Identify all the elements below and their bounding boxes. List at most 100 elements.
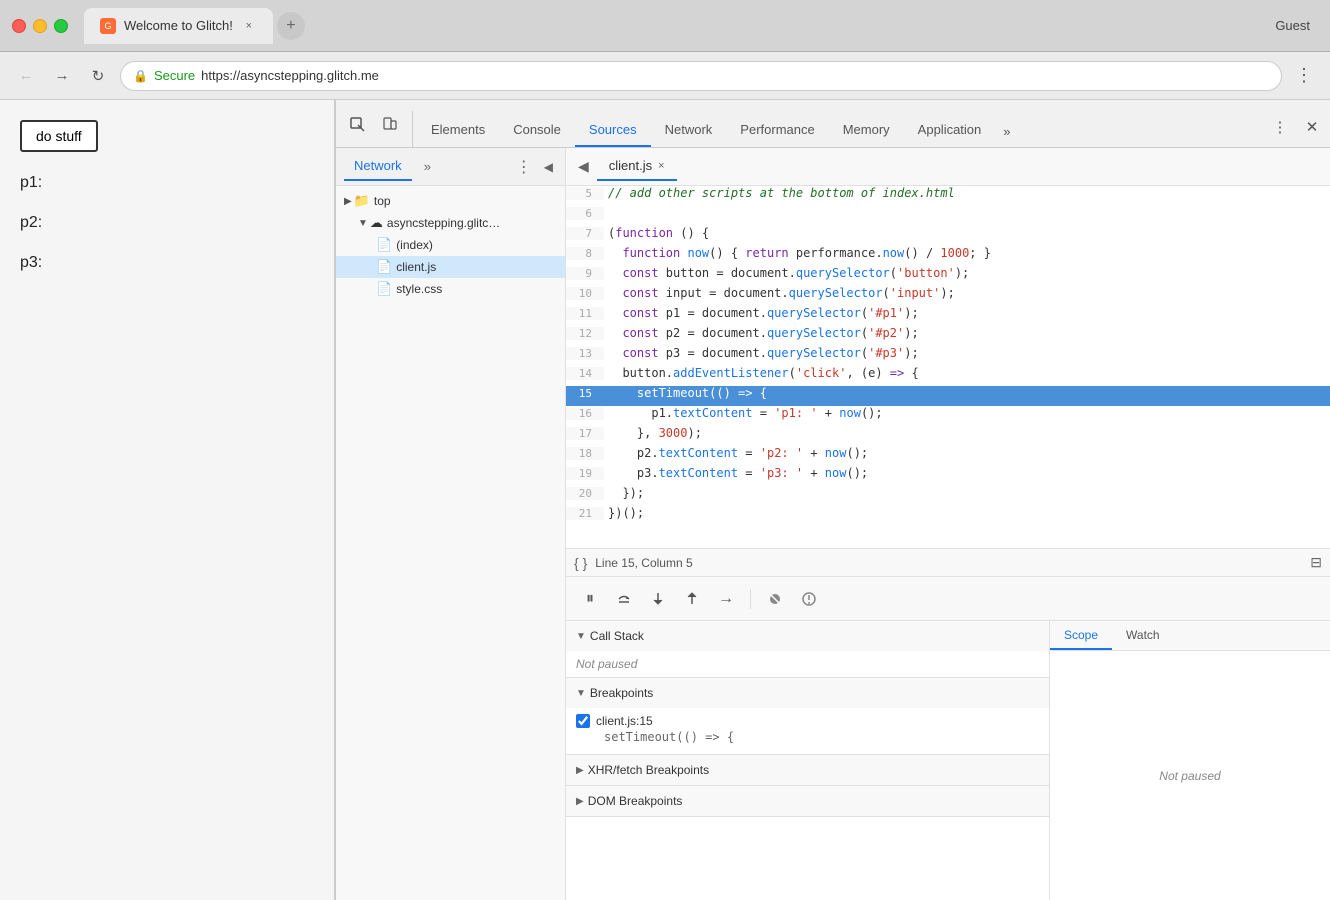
- pretty-print-icon[interactable]: { }: [574, 555, 587, 571]
- more-tabs-button[interactable]: »: [995, 116, 1018, 147]
- settings-button[interactable]: ⋮: [1266, 113, 1294, 141]
- pause-on-exceptions-button[interactable]: [795, 585, 823, 613]
- maximize-button[interactable]: [54, 19, 68, 33]
- file-tree-item-top[interactable]: ▶ 📁 top: [336, 190, 565, 212]
- breakpoint-code: setTimeout(() => {: [576, 728, 1039, 750]
- breakpoint-checkbox[interactable]: [576, 714, 590, 728]
- file-tree-stylecss-label: style.css: [396, 282, 442, 296]
- tab-favicon: G: [100, 18, 116, 34]
- pause-resume-button[interactable]: ⏸: [576, 585, 604, 613]
- scope-content: Not paused: [1050, 651, 1330, 900]
- call-stack-content: Not paused: [566, 651, 1049, 677]
- minimize-button[interactable]: [33, 19, 47, 33]
- tab-performance[interactable]: Performance: [726, 114, 828, 147]
- xhr-breakpoints-section: ▶ XHR/fetch Breakpoints: [566, 755, 1049, 786]
- code-line-17: 17 }, 3000);: [566, 426, 1330, 446]
- file-tree-item-domain[interactable]: ▼ ☁ asyncstepping.glitc…: [336, 212, 565, 234]
- file-tree-item-stylecss[interactable]: 📄 style.css: [336, 278, 565, 300]
- deactivate-breakpoints-button[interactable]: [761, 585, 789, 613]
- file-tree-network-tab[interactable]: Network: [344, 152, 412, 181]
- active-tab[interactable]: G Welcome to Glitch! ×: [84, 8, 273, 44]
- menu-button[interactable]: ⋮: [1290, 62, 1318, 90]
- lock-icon: 🔒: [133, 69, 148, 83]
- breakpoints-arrow: ▼: [576, 688, 586, 699]
- dom-breakpoints-section: ▶ DOM Breakpoints: [566, 786, 1049, 817]
- file-tree-top-label: top: [374, 194, 391, 208]
- devtools-right-icons: ⋮ ✕: [1266, 113, 1326, 147]
- close-devtools-button[interactable]: ✕: [1298, 113, 1326, 141]
- expand-arrow-icon: ▶: [344, 196, 352, 207]
- code-line-7: 7 (function () {: [566, 226, 1330, 246]
- call-stack-arrow: ▼: [576, 631, 586, 642]
- step-over-button[interactable]: [610, 585, 638, 613]
- scope-tab[interactable]: Scope: [1050, 622, 1112, 650]
- code-footer-arrow[interactable]: ⊟: [1310, 554, 1322, 571]
- html-file-icon: 📄: [376, 237, 392, 253]
- code-line-11: 11 const p1 = document.querySelector('#p…: [566, 306, 1330, 326]
- devtools-tab-bar: Elements Console Sources Network Perform…: [336, 100, 1330, 148]
- code-line-15: 15 setTimeout(() => {: [566, 386, 1330, 406]
- watch-tab[interactable]: Watch: [1112, 622, 1174, 650]
- step-out-button[interactable]: [678, 585, 706, 613]
- tab-elements[interactable]: Elements: [417, 114, 499, 147]
- left-bottom-panel: ▼ Call Stack Not paused ▼ Breakpoint: [566, 621, 1050, 900]
- breakpoint-item: client.js:15 setTimeout(() => {: [566, 708, 1049, 754]
- breakpoints-label: Breakpoints: [590, 686, 653, 700]
- new-tab-button[interactable]: +: [277, 12, 305, 40]
- file-tree-item-clientjs[interactable]: 📄 client.js: [336, 256, 565, 278]
- xhr-breakpoints-header[interactable]: ▶ XHR/fetch Breakpoints: [566, 755, 1049, 785]
- nav-bar: ← → ↻ 🔒 Secure https://asyncstepping.gli…: [0, 52, 1330, 100]
- code-line-9: 9 const button = document.querySelector(…: [566, 266, 1330, 286]
- code-line-5: 5 // add other scripts at the bottom of …: [566, 186, 1330, 206]
- expand-arrow-icon-2: ▼: [358, 218, 368, 229]
- file-tree-header: Network » ⋮ ◀: [336, 148, 565, 186]
- tab-close-button[interactable]: ×: [241, 18, 257, 34]
- code-tab-close[interactable]: ×: [658, 160, 664, 172]
- file-tree-domain-label: asyncstepping.glitc…: [387, 216, 500, 230]
- tab-network[interactable]: Network: [651, 114, 727, 147]
- address-bar[interactable]: 🔒 Secure https://asyncstepping.glitch.me: [120, 61, 1282, 91]
- title-bar: G Welcome to Glitch! × + Guest: [0, 0, 1330, 52]
- code-footer-position: Line 15, Column 5: [595, 556, 692, 570]
- back-button[interactable]: ←: [12, 62, 40, 90]
- tab-sources[interactable]: Sources: [575, 114, 651, 147]
- reload-button[interactable]: ↻: [84, 62, 112, 90]
- call-stack-status: Not paused: [576, 657, 637, 671]
- close-button[interactable]: [12, 19, 26, 33]
- file-tree-item-index[interactable]: 📄 (index): [336, 234, 565, 256]
- tab-bar: G Welcome to Glitch! × +: [84, 8, 1267, 44]
- device-toolbar-button[interactable]: [376, 111, 404, 139]
- file-tree-collapse[interactable]: ◀: [540, 160, 557, 174]
- inspect-element-button[interactable]: [344, 111, 372, 139]
- forward-button[interactable]: →: [48, 62, 76, 90]
- dom-arrow: ▶: [576, 796, 584, 807]
- do-stuff-button[interactable]: do stuff: [20, 120, 98, 152]
- cloud-icon: ☁: [370, 215, 383, 231]
- code-tab-clientjs[interactable]: client.js ×: [597, 152, 677, 181]
- code-body[interactable]: 5 // add other scripts at the bottom of …: [566, 186, 1330, 548]
- scope-status: Not paused: [1159, 769, 1220, 783]
- code-line-21: 21 })();: [566, 506, 1330, 526]
- dom-breakpoints-header[interactable]: ▶ DOM Breakpoints: [566, 786, 1049, 816]
- file-tree-index-label: (index): [396, 238, 433, 252]
- devtools-panels: Network » ⋮ ◀ ▶ 📁 top: [336, 148, 1330, 900]
- scope-watch-tabs: Scope Watch: [1050, 621, 1330, 651]
- css-file-icon: 📄: [376, 281, 392, 297]
- step-button[interactable]: →: [712, 585, 740, 613]
- tab-memory[interactable]: Memory: [829, 114, 904, 147]
- webpage-area: do stuff p1: p2: p3:: [0, 100, 335, 900]
- tab-console[interactable]: Console: [499, 114, 575, 147]
- code-panel-back[interactable]: ◀: [570, 154, 597, 179]
- breakpoints-header[interactable]: ▼ Breakpoints: [566, 678, 1049, 708]
- code-line-14: 14 button.addEventListener('click', (e) …: [566, 366, 1330, 386]
- tab-application[interactable]: Application: [904, 114, 996, 147]
- call-stack-header[interactable]: ▼ Call Stack: [566, 621, 1049, 651]
- step-into-button[interactable]: [644, 585, 672, 613]
- folder-icon: 📁: [354, 193, 370, 209]
- file-tree-more[interactable]: »: [416, 153, 439, 180]
- toolbar-separator: [750, 589, 751, 609]
- code-line-13: 13 const p3 = document.querySelector('#p…: [566, 346, 1330, 366]
- code-line-10: 10 const input = document.querySelector(…: [566, 286, 1330, 306]
- file-tree-menu[interactable]: ⋮: [512, 153, 536, 181]
- code-line-8: 8 function now() { return performance.no…: [566, 246, 1330, 266]
